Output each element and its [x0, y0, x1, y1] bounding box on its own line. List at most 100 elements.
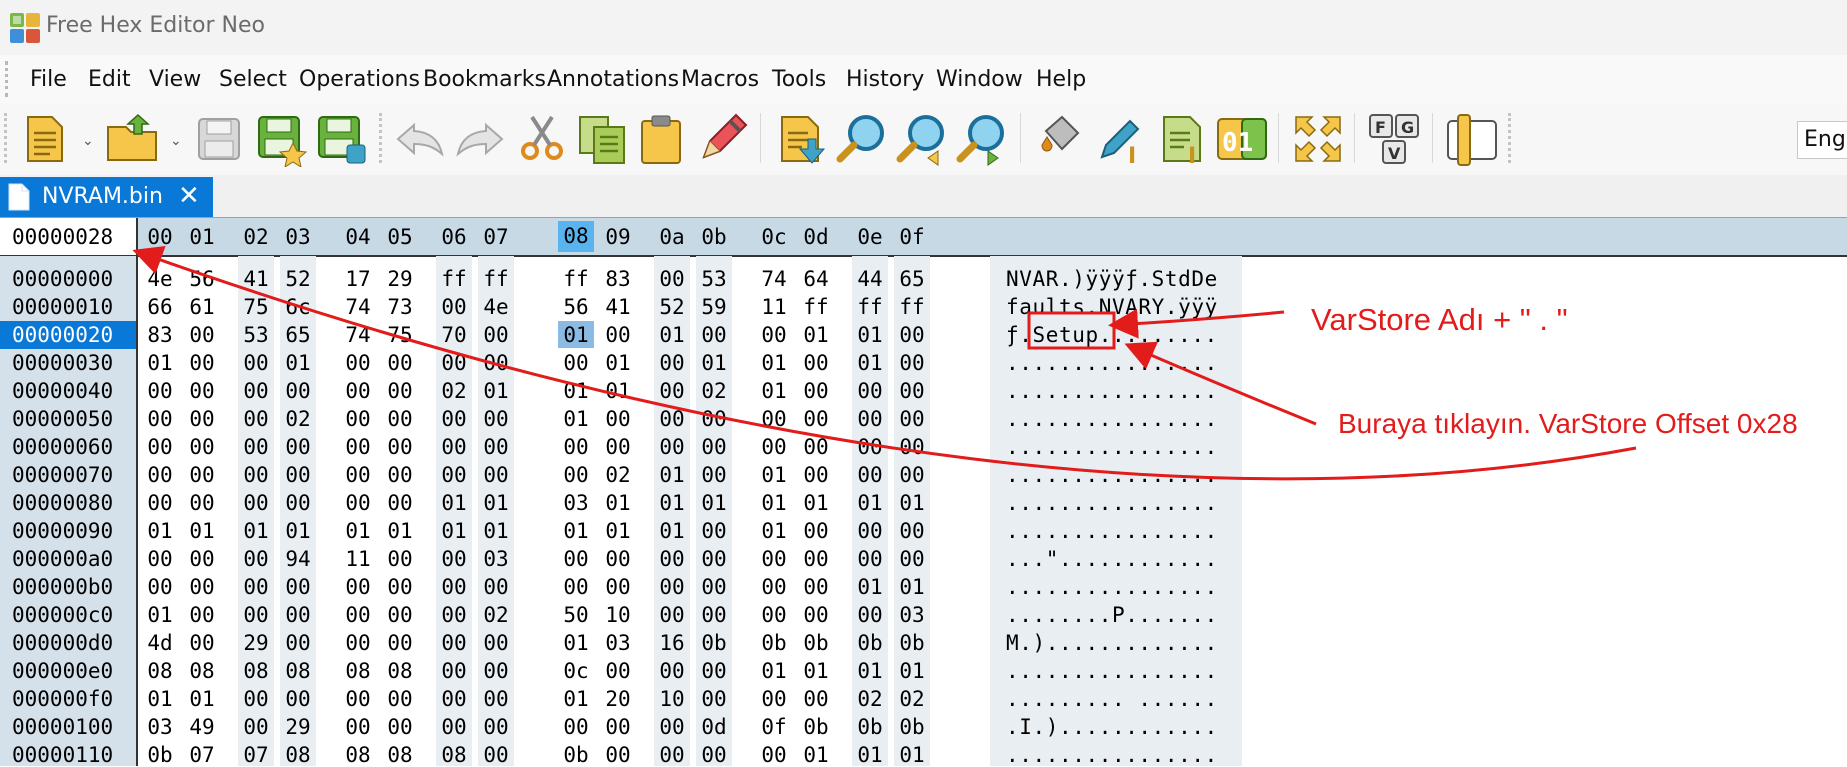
- save-as-icon[interactable]: [253, 111, 309, 167]
- hex-byte[interactable]: 01: [142, 603, 178, 627]
- hex-byte[interactable]: 01: [852, 575, 888, 599]
- hex-byte[interactable]: 74: [340, 323, 376, 347]
- hex-byte[interactable]: 01: [798, 743, 834, 767]
- ascii-text[interactable]: NVAR.)ÿÿÿƒ.StdDe: [1006, 267, 1218, 291]
- hex-byte[interactable]: 00: [654, 435, 690, 459]
- hex-byte[interactable]: 00: [184, 491, 220, 515]
- hex-byte[interactable]: 00: [238, 407, 274, 431]
- hex-byte[interactable]: 01: [478, 491, 514, 515]
- hex-byte[interactable]: 01: [894, 659, 930, 683]
- open-folder-icon[interactable]: [104, 111, 160, 167]
- hex-byte[interactable]: 00: [142, 407, 178, 431]
- hex-byte[interactable]: 00: [382, 463, 418, 487]
- hex-byte[interactable]: 00: [340, 435, 376, 459]
- hex-byte[interactable]: 01: [756, 519, 792, 543]
- hex-byte[interactable]: 6c: [280, 295, 316, 319]
- hex-byte[interactable]: 03: [894, 603, 930, 627]
- hex-byte[interactable]: 00: [894, 519, 930, 543]
- find-previous-icon[interactable]: [894, 111, 950, 167]
- hex-byte[interactable]: 00: [280, 463, 316, 487]
- column-header-04[interactable]: 04: [340, 225, 376, 249]
- hex-byte[interactable]: 00: [238, 351, 274, 375]
- hex-byte[interactable]: 01: [894, 743, 930, 767]
- row-address[interactable]: 00000010: [12, 295, 113, 319]
- hex-byte[interactable]: 00: [654, 743, 690, 767]
- hex-byte[interactable]: 00: [852, 407, 888, 431]
- hex-byte[interactable]: 73: [382, 295, 418, 319]
- ascii-text[interactable]: ................: [1006, 519, 1218, 543]
- menu-tools[interactable]: Tools: [772, 67, 826, 92]
- hex-byte[interactable]: 00: [184, 463, 220, 487]
- hex-byte[interactable]: 0b: [798, 631, 834, 655]
- hex-byte[interactable]: 00: [696, 659, 732, 683]
- hex-byte[interactable]: 01: [558, 687, 594, 711]
- row-address[interactable]: 00000040: [12, 379, 113, 403]
- hex-byte[interactable]: 00: [142, 575, 178, 599]
- column-header-0b[interactable]: 0b: [696, 225, 732, 249]
- hex-byte[interactable]: 00: [852, 435, 888, 459]
- hex-byte[interactable]: 00: [478, 351, 514, 375]
- hex-byte[interactable]: 02: [696, 379, 732, 403]
- row-address[interactable]: 00000080: [12, 491, 113, 515]
- hex-byte[interactable]: 00: [894, 435, 930, 459]
- hex-byte[interactable]: 00: [436, 659, 472, 683]
- hex-byte[interactable]: 00: [142, 491, 178, 515]
- hex-byte[interactable]: 00: [894, 323, 930, 347]
- hex-byte[interactable]: 00: [756, 407, 792, 431]
- hex-byte[interactable]: 74: [756, 267, 792, 291]
- hex-byte[interactable]: ff: [894, 295, 930, 319]
- hex-byte[interactable]: 03: [600, 631, 636, 655]
- hex-byte[interactable]: 64: [798, 267, 834, 291]
- hex-byte[interactable]: 00: [280, 575, 316, 599]
- hex-byte[interactable]: 0b: [558, 743, 594, 767]
- hex-byte[interactable]: 00: [184, 407, 220, 431]
- menu-file[interactable]: File: [30, 67, 67, 92]
- ascii-text[interactable]: ................: [1006, 407, 1218, 431]
- row-address[interactable]: 00000090: [12, 519, 113, 543]
- hex-byte[interactable]: 07: [238, 743, 274, 767]
- hex-byte[interactable]: 0b: [852, 715, 888, 739]
- hex-byte[interactable]: 49: [184, 715, 220, 739]
- row-address[interactable]: 00000020: [12, 323, 113, 347]
- hex-byte[interactable]: 00: [184, 631, 220, 655]
- column-header-0e[interactable]: 0e: [852, 225, 888, 249]
- hex-byte[interactable]: 00: [654, 715, 690, 739]
- hex-byte[interactable]: 65: [894, 267, 930, 291]
- hex-byte[interactable]: 00: [478, 715, 514, 739]
- column-header-0d[interactable]: 0d: [798, 225, 834, 249]
- hex-byte[interactable]: 00: [280, 379, 316, 403]
- hex-byte[interactable]: ff: [798, 295, 834, 319]
- hex-byte[interactable]: 00: [894, 379, 930, 403]
- hex-byte[interactable]: 00: [382, 351, 418, 375]
- hex-byte[interactable]: 59: [696, 295, 732, 319]
- hex-byte[interactable]: 00: [798, 687, 834, 711]
- hex-byte[interactable]: 00: [558, 575, 594, 599]
- hex-byte[interactable]: 00: [280, 687, 316, 711]
- hex-byte[interactable]: 01: [142, 351, 178, 375]
- pencil-icon[interactable]: [694, 111, 750, 167]
- hex-byte[interactable]: 00: [654, 659, 690, 683]
- hex-byte[interactable]: 00: [184, 603, 220, 627]
- hex-byte[interactable]: 00: [340, 575, 376, 599]
- hex-byte[interactable]: 00: [436, 351, 472, 375]
- hex-byte[interactable]: 00: [798, 463, 834, 487]
- open-dropdown-arrow[interactable]: ⌄: [170, 133, 182, 149]
- hex-byte[interactable]: 08: [436, 743, 472, 767]
- hex-byte[interactable]: 00: [852, 379, 888, 403]
- hex-byte[interactable]: 0f: [756, 715, 792, 739]
- data-01-icon[interactable]: 01: [1214, 111, 1270, 167]
- hex-byte[interactable]: 00: [382, 603, 418, 627]
- hex-byte[interactable]: 00: [756, 435, 792, 459]
- hex-byte[interactable]: 01: [852, 351, 888, 375]
- hex-byte[interactable]: 00: [184, 323, 220, 347]
- redo-icon[interactable]: [452, 111, 508, 167]
- hex-byte[interactable]: 08: [382, 743, 418, 767]
- hex-byte[interactable]: 53: [696, 267, 732, 291]
- hex-byte[interactable]: 00: [600, 323, 636, 347]
- hex-byte[interactable]: 00: [340, 631, 376, 655]
- hex-byte[interactable]: 01: [558, 323, 594, 347]
- menu-macros[interactable]: Macros: [681, 67, 759, 92]
- ascii-text[interactable]: ................: [1006, 463, 1218, 487]
- column-header-01[interactable]: 01: [184, 225, 220, 249]
- hex-byte[interactable]: 01: [894, 575, 930, 599]
